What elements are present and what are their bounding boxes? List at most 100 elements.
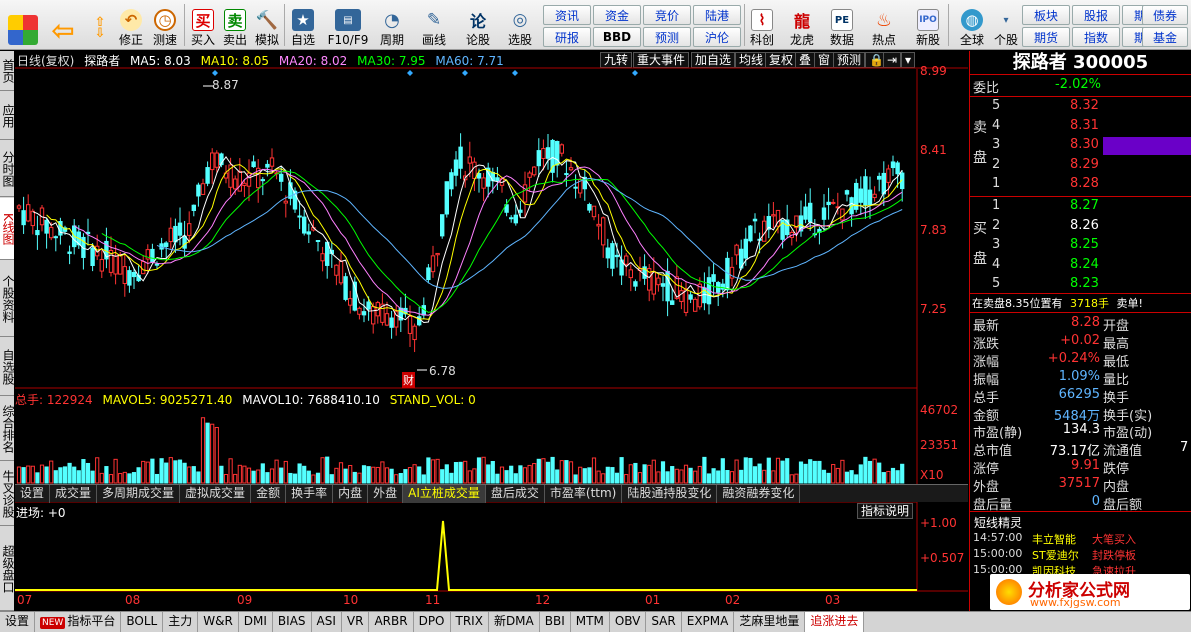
sell-row-1[interactable]: 1 8.28: [970, 176, 1191, 194]
bottom-tab-vr[interactable]: VR: [342, 612, 370, 632]
vol-tab-amount[interactable]: 金额: [251, 485, 287, 503]
bottom-tab-main[interactable]: 主力: [163, 612, 199, 632]
bottom-tab-newdma[interactable]: 新DMA: [489, 612, 540, 632]
small-btn-12[interactable]: 期货: [1022, 27, 1070, 47]
toolbar-btn-15[interactable]: IPO 新股: [912, 3, 944, 47]
up-down-button[interactable]: ⇧ ⇩: [88, 3, 112, 47]
small-btn-0[interactable]: 资讯: [543, 5, 591, 25]
bottom-tab-trix[interactable]: TRIX: [451, 612, 489, 632]
sell-row-5[interactable]: 5 8.32: [970, 98, 1191, 116]
bottom-tab-settings[interactable]: 设置: [0, 612, 36, 632]
vol-tab-after[interactable]: 盘后成交: [486, 485, 545, 503]
left-tab-diagnose[interactable]: 牛叉诊股: [0, 462, 14, 526]
toolbar-btn-17[interactable]: ▾ 个股: [994, 3, 1018, 48]
toolbar-btn-14[interactable]: ♨ 热点: [868, 3, 900, 48]
bottom-tab-chase[interactable]: 追涨进去: [805, 612, 865, 632]
toolbar-btn-8[interactable]: ✎ 画线: [416, 3, 452, 47]
bottom-tab-arbr[interactable]: ARBR: [369, 612, 414, 632]
vol-tab-virtual[interactable]: 虚拟成交量: [180, 485, 252, 503]
buy-row-1[interactable]: 1 8.27: [970, 198, 1191, 216]
bottom-tab-dpo[interactable]: DPO: [414, 612, 451, 632]
vol-tab-pe[interactable]: 市盈率(ttm): [545, 485, 623, 503]
small-btn-4[interactable]: 研报: [543, 27, 591, 47]
small-btn-1[interactable]: 资金: [593, 5, 641, 25]
candle-body: [803, 206, 808, 220]
left-tab-home[interactable]: 首页: [0, 51, 14, 91]
left-tab-superorder[interactable]: 超级盘口: [0, 527, 14, 611]
volume-bar: [568, 461, 574, 484]
vol-tab-volume[interactable]: 成交量: [50, 485, 98, 503]
toolbar-btn-9[interactable]: 论 论股: [460, 3, 496, 47]
volume-bar: [95, 457, 100, 484]
small-btn-6[interactable]: 预测: [643, 27, 691, 47]
logo-button[interactable]: [6, 3, 40, 47]
buy-row-5[interactable]: 5 8.23: [970, 276, 1191, 294]
toolbar-btn-2[interactable]: 买 买入: [188, 3, 218, 47]
vol-tab-settings[interactable]: 设置: [15, 485, 51, 503]
bottom-tab-sesame[interactable]: 芝麻里地量: [734, 612, 806, 632]
bottom-tab-bias[interactable]: BIAS: [273, 612, 312, 632]
toolbar-btn-6[interactable]: ▤ F10/F9: [326, 3, 370, 47]
buy-row-3[interactable]: 3 8.25: [970, 237, 1191, 255]
toolbar-btn-10[interactable]: ◎ 选股: [500, 3, 540, 47]
small-btn-5[interactable]: BBD: [593, 27, 641, 47]
sell-row-3[interactable]: 3 8.30: [970, 137, 1191, 155]
toolbar-btn-3[interactable]: 卖 卖出: [220, 3, 250, 47]
finance-marker[interactable]: 财: [402, 372, 415, 388]
stat-row: 外盘 37517 内盘: [970, 476, 1191, 495]
bottom-tab-bbi[interactable]: BBI: [540, 612, 571, 632]
toolbar-btn-1[interactable]: ◷ 测速: [150, 3, 180, 47]
vol-tab-multi[interactable]: 多周期成交量: [97, 485, 181, 503]
bottom-tab-sar[interactable]: SAR: [646, 612, 682, 632]
toolbar-btn-11[interactable]: ⌇ 科创: [746, 3, 778, 47]
sell-price: 8.28: [1070, 176, 1099, 191]
toolbar-btn-12[interactable]: 龍 龙虎: [786, 3, 818, 47]
vol-tab-inner[interactable]: 内盘: [333, 485, 369, 503]
vol-tab-ai[interactable]: AI立桩成交量: [403, 485, 486, 503]
kline-chart[interactable]: [15, 51, 968, 611]
volume-bar: [711, 468, 716, 484]
small-btn-3[interactable]: 陆港: [693, 5, 741, 25]
bottom-tab-platform[interactable]: NEW 指标平台: [35, 612, 122, 632]
buy-level: 5: [992, 276, 1001, 291]
discuss-icon: 论: [469, 12, 486, 31]
bottom-tab-asi[interactable]: ASI: [312, 612, 342, 632]
left-tab-ranking[interactable]: 综合排名: [0, 397, 14, 461]
bottom-tab-wr[interactable]: W&R: [198, 612, 239, 632]
vol-tab-margin[interactable]: 融资融券变化: [717, 485, 801, 503]
stat-row: 市盈(静) 134.3 市盈(动): [970, 422, 1191, 441]
left-tab-watchlist[interactable]: 自选股: [0, 338, 14, 396]
left-tab-kline[interactable]: K线图: [0, 198, 14, 260]
small-btn-9[interactable]: 股报: [1072, 5, 1120, 25]
bottom-tab-expma[interactable]: EXPMA: [682, 612, 735, 632]
left-tab-profile[interactable]: 个股资料: [0, 261, 14, 337]
small-btn-8[interactable]: 板块: [1022, 5, 1070, 25]
sell-row-4[interactable]: 4 8.31: [970, 118, 1191, 136]
indicator-explain-button[interactable]: 指标说明: [857, 503, 914, 519]
left-tab-apps[interactable]: 应用: [0, 92, 14, 140]
toolbar-btn-5[interactable]: ★ 自选: [288, 3, 318, 47]
small-btn-11[interactable]: 债券: [1142, 5, 1188, 25]
vol-tab-outer[interactable]: 外盘: [368, 485, 404, 503]
vol-tab-turnover[interactable]: 换手率: [286, 485, 334, 503]
small-btn-13[interactable]: 指数: [1072, 27, 1120, 47]
toolbar-btn-13[interactable]: PE 数据: [826, 3, 858, 47]
volume-bar: [844, 471, 850, 484]
bottom-tab-dmi[interactable]: DMI: [239, 612, 273, 632]
sell-row-2[interactable]: 2 8.29: [970, 157, 1191, 175]
left-tab-timeshare[interactable]: 分时图: [0, 141, 14, 197]
bottom-tab-obv[interactable]: OBV: [610, 612, 647, 632]
small-btn-15[interactable]: 基金: [1142, 27, 1188, 47]
buy-row-4[interactable]: 4 8.24: [970, 257, 1191, 275]
toolbar-btn-7[interactable]: ◔ 周期: [374, 3, 410, 48]
buy-row-2[interactable]: 2 8.26: [970, 218, 1191, 236]
bottom-tab-boll[interactable]: BOLL: [121, 612, 164, 632]
bottom-tab-mtm[interactable]: MTM: [571, 612, 610, 632]
small-btn-7[interactable]: 沪伦: [693, 27, 741, 47]
toolbar-btn-4[interactable]: 🔨 模拟: [252, 3, 282, 48]
vol-tab-hk[interactable]: 陆股通持股变化: [622, 485, 718, 503]
small-btn-2[interactable]: 竞价: [643, 5, 691, 25]
toolbar-btn-0[interactable]: ↶ 修正: [116, 3, 146, 47]
back-button[interactable]: ⇦: [46, 3, 80, 47]
toolbar-btn-16[interactable]: ◍ 全球: [954, 3, 990, 47]
